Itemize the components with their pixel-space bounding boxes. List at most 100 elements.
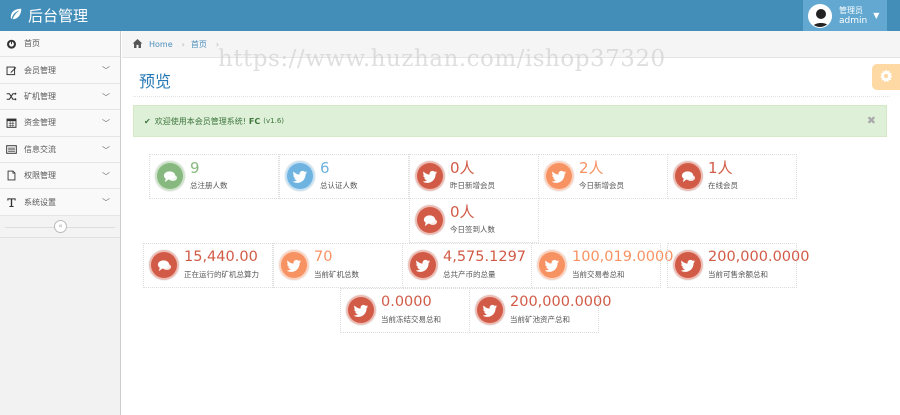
settings-button[interactable] <box>872 64 900 90</box>
twitter-icon <box>408 250 438 280</box>
alert-version: (v1.6) <box>263 117 285 125</box>
page-title: 预览 <box>139 72 172 91</box>
alert-brand: FC <box>248 116 261 126</box>
edit-icon <box>5 64 17 76</box>
list-icon <box>5 143 17 155</box>
breadcrumb-current[interactable]: 首页 <box>191 39 207 50</box>
sidebar-item-label: 会员管理 <box>24 65 56 75</box>
calendar-icon <box>5 117 17 129</box>
stat-box-hashrate: 15,440.00 正在运行的矿机总算力 <box>143 243 273 288</box>
stat-box-pool-assets: 200,000.0000 当前矿池资产总和 <box>469 288 611 333</box>
stat-label: 正在运行的矿机总算力 <box>184 270 259 279</box>
sidebar-item-label: 系统设置 <box>24 197 56 207</box>
stat-value: 4,575.1297 <box>443 249 527 265</box>
comments-icon <box>155 161 185 191</box>
stat-label: 今日签到人数 <box>450 225 495 234</box>
sidebar-item-funds[interactable]: 资金管理 ﹀ <box>0 110 120 137</box>
twitter-icon <box>285 161 315 191</box>
stat-box-trade-volume: 100,019.0000 当前交易卷总和 <box>531 243 673 288</box>
stat-value: 0人 <box>450 159 475 177</box>
chevron-down-icon: ﹀ <box>102 66 110 76</box>
stat-value: 0人 <box>450 203 475 221</box>
stat-value: 2人 <box>579 159 604 177</box>
stat-value: 15,440.00 <box>184 249 258 265</box>
sidebar: 首页 会员管理 ﹀ 矿机管理 ﹀ 资金管理 ﹀ 信息交流 ﹀ 权限管理 ﹀ 系统… <box>0 31 121 415</box>
stat-label: 总认证人数 <box>320 181 358 190</box>
sidebar-collapse-bar: « <box>0 215 120 238</box>
sidebar-item-members[interactable]: 会员管理 ﹀ <box>0 57 120 84</box>
random-icon <box>5 90 17 102</box>
brand[interactable]: 后台管理 <box>9 5 88 26</box>
navbar: 后台管理 管理员 admin ▼ <box>0 0 900 31</box>
stat-label: 当前可售余额总和 <box>708 270 768 279</box>
breadcrumb-home-link[interactable]: Home <box>149 40 173 49</box>
stat-box-new-yesterday: 0人 昨日新增会员 <box>409 154 539 199</box>
stat-label: 当前矿池资产总和 <box>510 315 570 324</box>
user-role: 管理员 <box>839 5 863 15</box>
twitter-icon <box>673 250 703 280</box>
chevron-down-icon: ﹀ <box>102 92 110 102</box>
sidebar-item-permissions[interactable]: 权限管理 ﹀ <box>0 162 120 190</box>
twitter-icon <box>279 250 309 280</box>
stat-box-sellable-balance: 200,000.0000 当前可售余额总和 <box>667 243 809 288</box>
stat-value: 200,000.0000 <box>708 249 810 265</box>
stat-label: 当前矿机总数 <box>314 270 359 279</box>
user-info: 管理员 admin <box>839 6 867 26</box>
sidebar-item-label: 资金管理 <box>24 118 56 128</box>
sidebar-item-miners[interactable]: 矿机管理 ﹀ <box>0 83 120 111</box>
stat-label: 总注册人数 <box>190 181 228 190</box>
comments-icon <box>149 250 179 280</box>
stat-box-verified: 6 总认证人数 <box>279 154 409 199</box>
avatar <box>808 3 832 28</box>
stat-label: 昨日新增会员 <box>450 181 495 190</box>
breadcrumb-separator: › <box>181 39 185 49</box>
file-icon <box>5 170 17 182</box>
sidebar-item-label: 信息交流 <box>24 144 56 154</box>
sidebar-item-label: 矿机管理 <box>24 91 56 101</box>
dashboard-icon <box>5 38 17 50</box>
stat-label: 当前交易卷总和 <box>572 270 625 279</box>
home-icon <box>122 38 143 51</box>
twitter-icon <box>475 295 505 325</box>
sidebar-item-settings[interactable]: 系统设置 ﹀ <box>0 189 120 216</box>
stat-box-registered: 9 总注册人数 <box>149 154 279 199</box>
leaf-icon <box>9 7 23 25</box>
stat-label: 当前冻结交易总和 <box>381 315 441 324</box>
stat-label: 在线会员 <box>708 181 738 190</box>
sidebar-item-home[interactable]: 首页 <box>0 31 120 58</box>
stat-value: 100,019.0000 <box>572 249 674 265</box>
stat-value: 0.0000 <box>381 294 432 310</box>
page-header: 预览 <box>133 64 890 97</box>
stat-box-coins-produced: 4,575.1297 总共产币的总量 <box>402 243 532 288</box>
stat-value: 1人 <box>708 159 733 177</box>
stat-box-frozen-trades: 0.0000 当前冻结交易总和 <box>340 288 470 333</box>
comments-icon <box>415 205 445 235</box>
user-menu[interactable]: 管理员 admin ▼ <box>803 0 887 31</box>
sidebar-item-messages[interactable]: 信息交流 ﹀ <box>0 136 120 163</box>
twitter-icon <box>544 161 574 191</box>
stat-box-checkin: 0人 今日签到人数 <box>409 198 539 243</box>
check-icon: ✔ <box>144 116 151 126</box>
alert-text: 欢迎使用本会员管理系统! <box>154 116 246 126</box>
stat-box-new-today: 2人 今日新增会员 <box>538 154 668 199</box>
caret-down-icon: ▼ <box>873 11 880 20</box>
double-chevron-left-icon[interactable]: « <box>54 219 67 233</box>
close-icon[interactable]: ✖ <box>867 114 876 127</box>
sidebar-item-label: 首页 <box>24 39 40 49</box>
chevron-down-icon: ﹀ <box>102 171 110 181</box>
chevron-down-icon: ﹀ <box>102 119 110 129</box>
text-icon <box>5 196 17 208</box>
user-name: admin <box>839 15 868 26</box>
chevron-down-icon: ﹀ <box>102 198 110 208</box>
stat-label: 总共产币的总量 <box>443 270 496 279</box>
brand-title: 后台管理 <box>28 7 89 25</box>
stat-value: 200,000.0000 <box>510 294 612 310</box>
stat-box-miner-count: 70 当前矿机总数 <box>273 243 403 288</box>
twitter-icon <box>346 295 376 325</box>
twitter-icon <box>415 161 445 191</box>
sidebar-item-label: 权限管理 <box>24 171 56 181</box>
twitter-icon <box>537 250 567 280</box>
stat-box-online: 1人 在线会员 <box>667 154 797 199</box>
stat-value: 9 <box>190 159 200 177</box>
stat-label: 今日新增会员 <box>579 181 624 190</box>
